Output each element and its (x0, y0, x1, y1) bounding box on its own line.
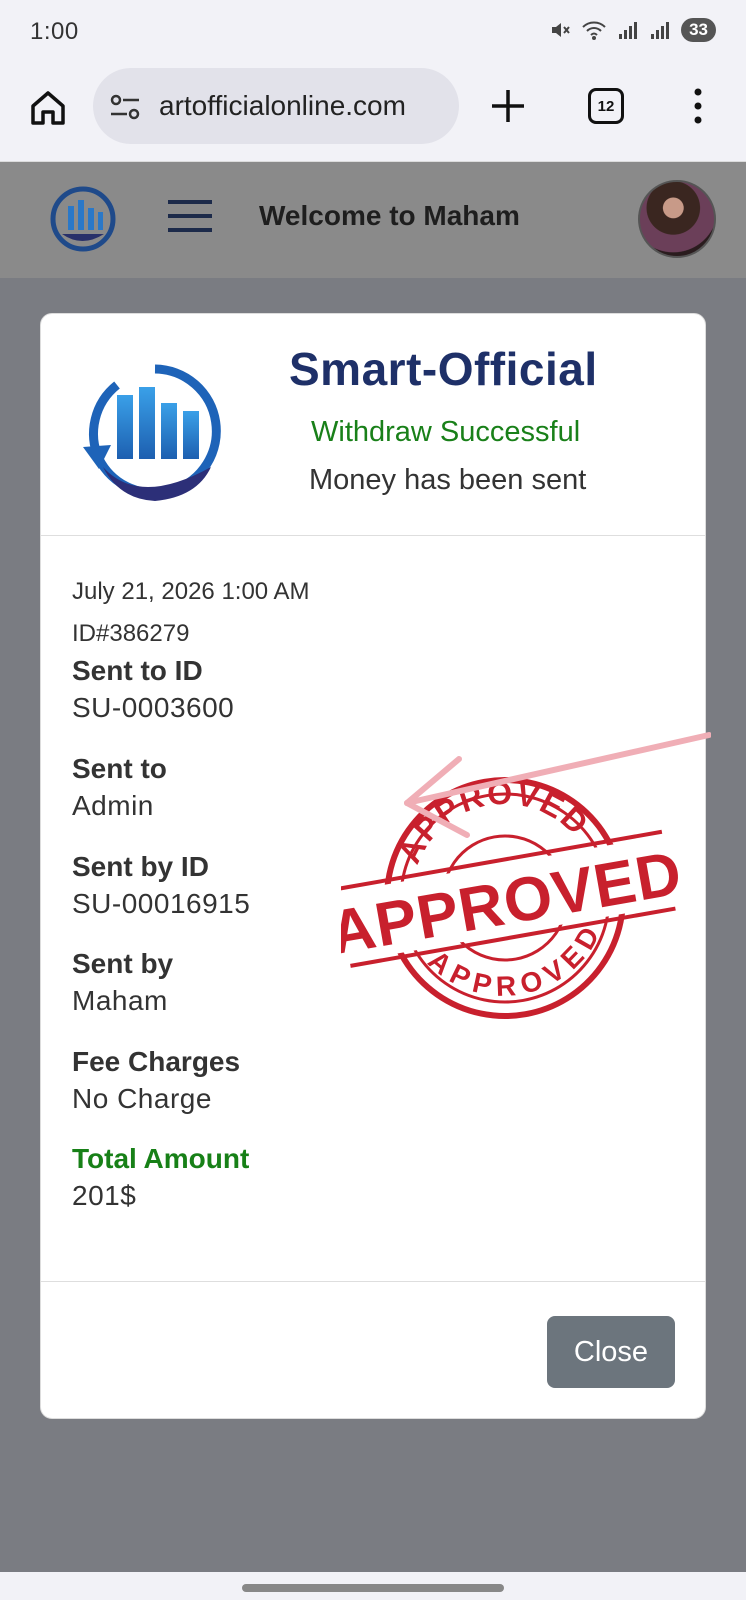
annotation-arrow-icon (404, 732, 711, 838)
field-sent-by-id: Sent by ID SU-00016915 (72, 850, 250, 924)
mute-icon (552, 23, 570, 37)
home-icon[interactable] (28, 88, 68, 128)
withdraw-status: Withdraw Successful (311, 416, 581, 448)
gesture-nav-bar (0, 1572, 746, 1600)
field-label: Fee Charges (72, 1046, 241, 1077)
user-avatar[interactable] (638, 180, 716, 258)
field-label: Sent by ID (72, 851, 209, 882)
new-tab-icon[interactable] (488, 86, 528, 126)
battery-indicator: 33 (681, 18, 716, 42)
home-gesture-handle[interactable] (242, 1584, 504, 1592)
signal-icon-1 (619, 22, 638, 39)
browser-toolbar: artofficialonline.com 12 (0, 62, 746, 162)
field-value: Admin (72, 790, 154, 821)
modal-body: July 21, 2026 1:00 AM ID#386279 Sent to … (41, 536, 711, 1281)
status-icons: 33 (549, 18, 716, 42)
app-logo-icon[interactable] (48, 184, 118, 254)
field-label: Sent to (72, 753, 167, 784)
hamburger-menu-icon[interactable] (168, 196, 212, 236)
field-value: SU-00016915 (72, 888, 251, 919)
field-fee-charges: Fee Charges No Charge (72, 1045, 240, 1119)
smart-official-logo (83, 364, 221, 501)
field-total-amount: Total Amount 201$ (72, 1142, 249, 1216)
sent-message: Money has been sent (309, 464, 587, 496)
welcome-title: Welcome to Maham (259, 200, 520, 231)
field-value: Maham (72, 985, 168, 1016)
more-menu-icon[interactable] (686, 86, 710, 126)
field-label: Total Amount (72, 1143, 250, 1174)
modal-header: Smart-Official Withdraw Successful Money… (41, 314, 705, 536)
withdraw-receipt-modal: Smart-Official Withdraw Successful Money… (40, 313, 711, 1420)
field-sent-to-id: Sent to ID SU-0003600 (72, 654, 234, 728)
field-value: SU-0003600 (72, 692, 235, 723)
brand-title: Smart-Official (289, 343, 598, 395)
field-sent-by: Sent by Maham (72, 947, 173, 1021)
transaction-id: ID#386279 (72, 620, 190, 647)
field-label: Sent to ID (72, 655, 203, 686)
transaction-date: July 21, 2026 1:00 AM (72, 578, 310, 605)
address-bar[interactable]: artofficialonline.com (93, 68, 459, 144)
modal-footer: Close (41, 1281, 705, 1420)
wifi-icon (582, 21, 606, 40)
field-label: Sent by (72, 948, 174, 979)
status-bar: 1:00 33 (0, 0, 746, 62)
url-text[interactable]: artofficialonline.com (159, 90, 406, 122)
status-time: 1:00 (30, 18, 79, 45)
close-button[interactable]: Close (547, 1316, 675, 1388)
field-value: 201$ (72, 1180, 137, 1211)
app-header: Welcome to Maham (0, 162, 746, 278)
field-value: No Charge (72, 1083, 212, 1114)
signal-icon-2 (651, 22, 670, 39)
field-sent-to: Sent to Admin (72, 752, 167, 826)
site-settings-icon[interactable] (109, 94, 141, 120)
tab-switcher-button[interactable]: 12 (588, 88, 624, 124)
